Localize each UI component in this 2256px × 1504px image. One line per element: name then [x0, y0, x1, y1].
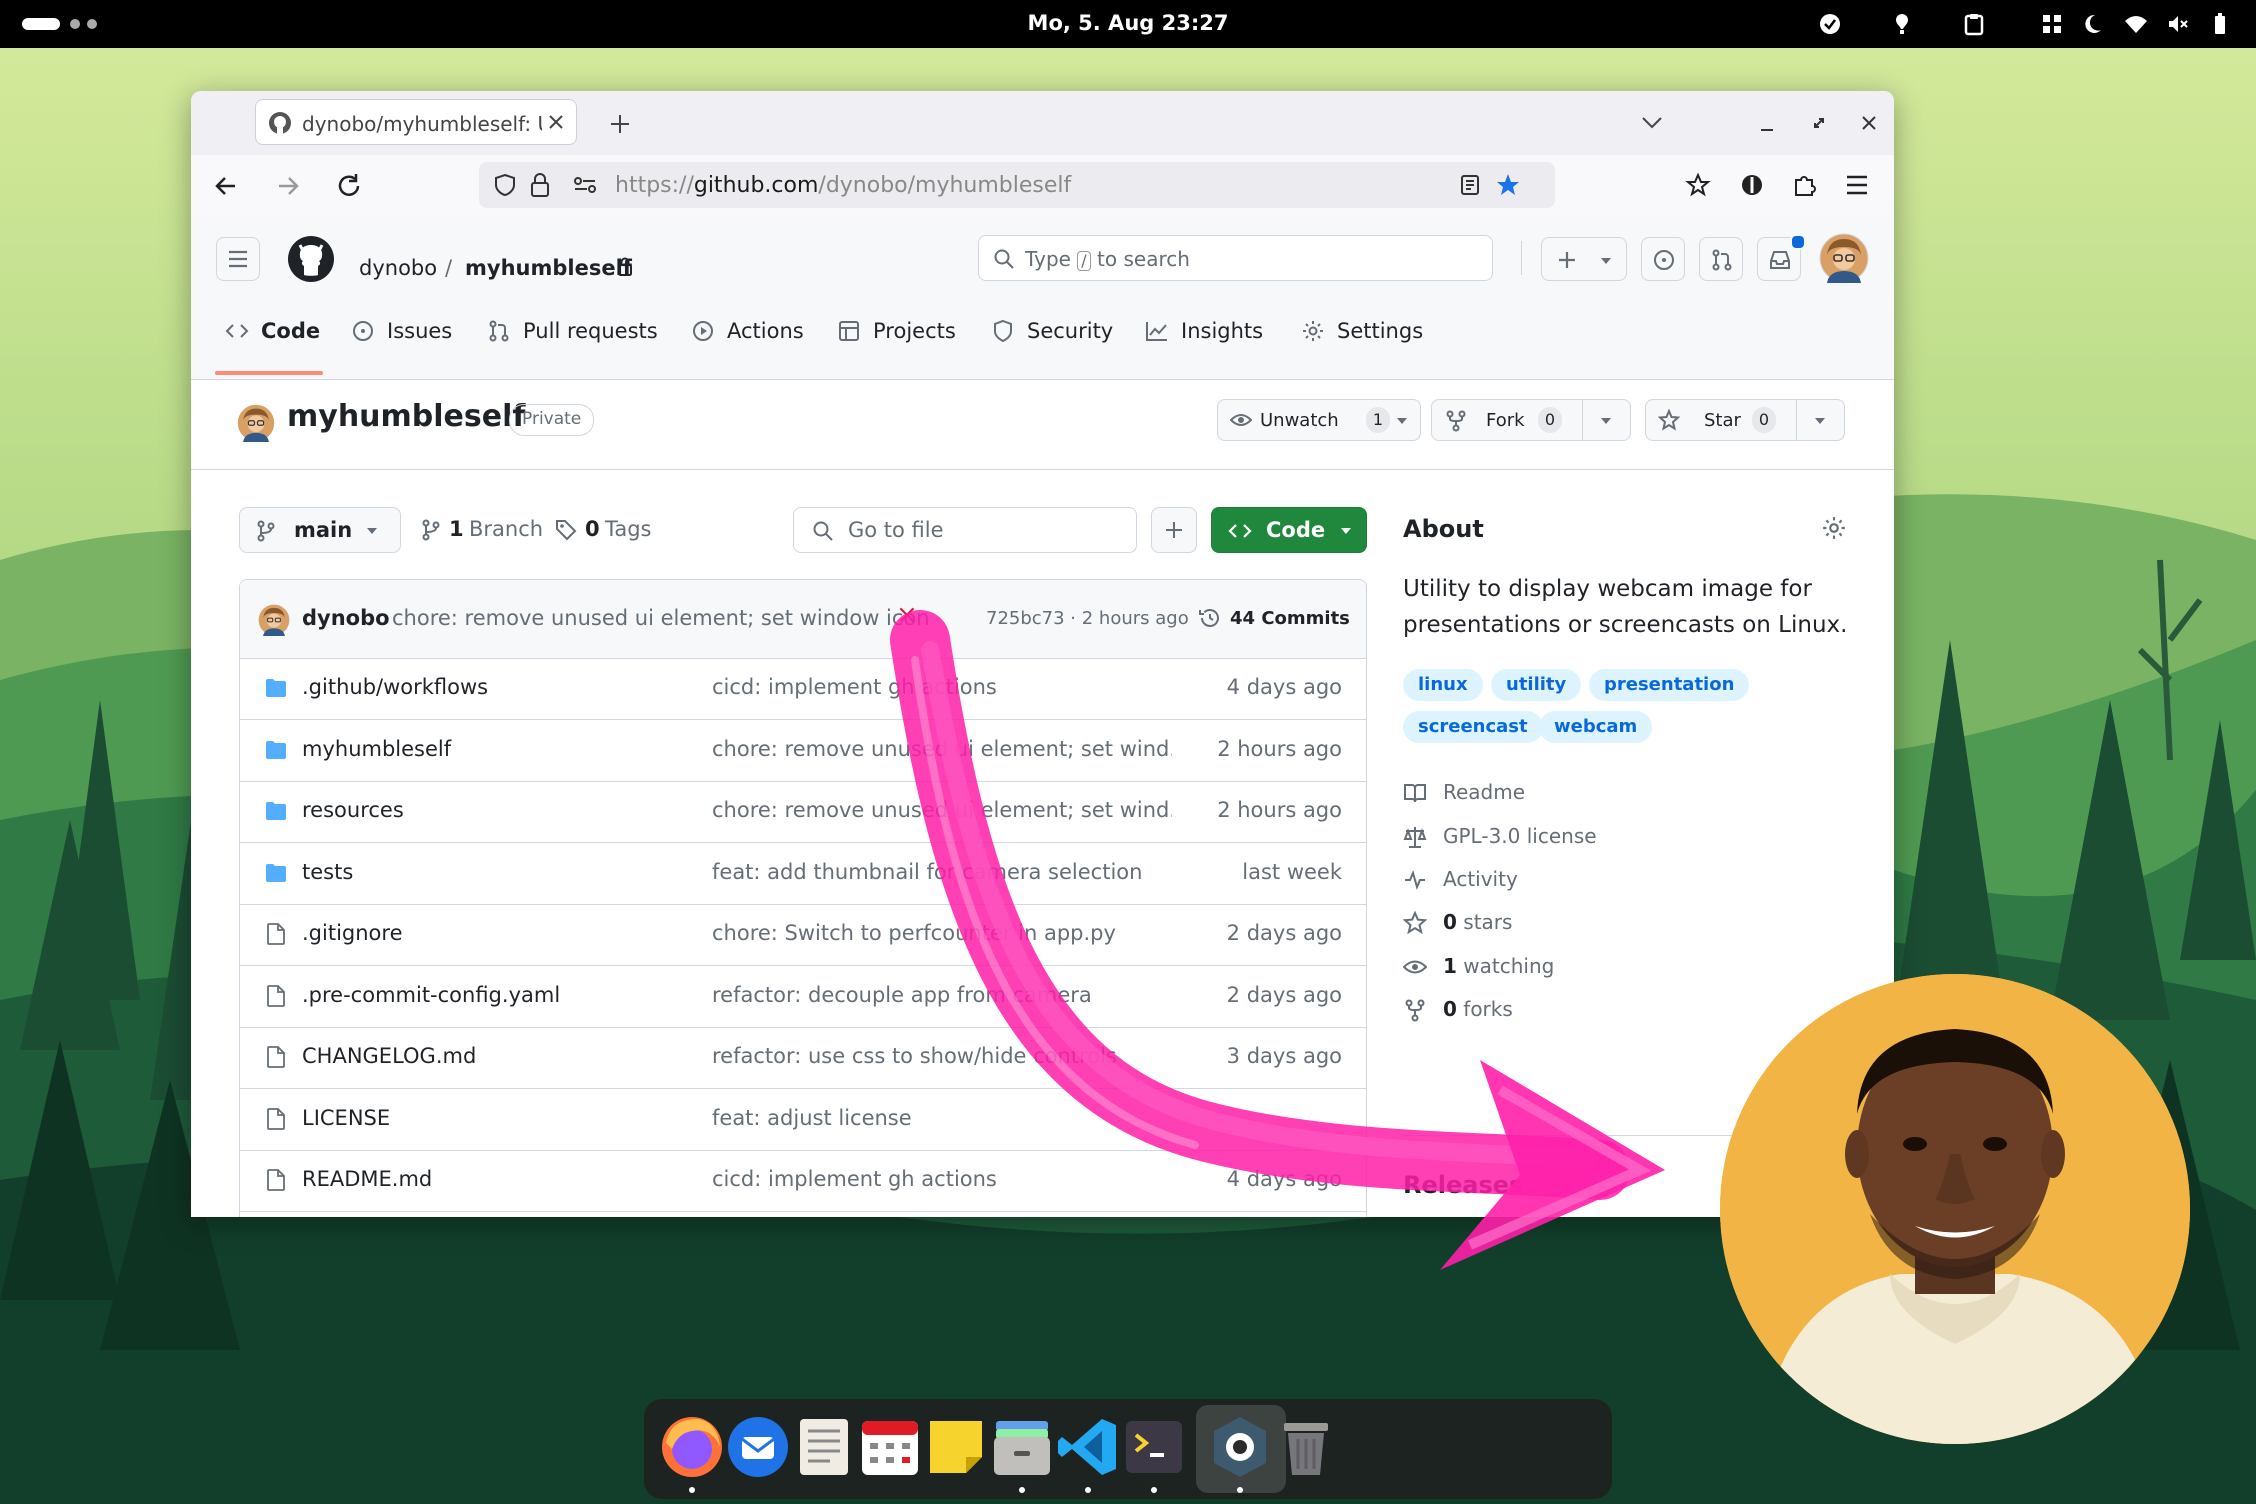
terminal-icon[interactable] [1120, 1413, 1188, 1481]
dock [644, 1399, 1612, 1499]
files-icon[interactable] [988, 1413, 1056, 1481]
running-indicator [689, 1487, 695, 1493]
running-indicator [1085, 1487, 1091, 1493]
trash-icon[interactable] [1272, 1413, 1340, 1481]
running-indicator [1151, 1487, 1157, 1493]
running-indicator [1237, 1487, 1243, 1493]
running-indicator [1019, 1487, 1025, 1493]
text-editor-icon[interactable] [790, 1413, 858, 1481]
thunderbird-icon[interactable] [724, 1413, 792, 1481]
notes-icon[interactable] [922, 1413, 990, 1481]
calendar-icon[interactable] [856, 1413, 924, 1481]
firefox-icon[interactable] [658, 1413, 726, 1481]
webcam-person-image [1720, 974, 2190, 1444]
webcam-overlay[interactable] [1720, 974, 2190, 1444]
vscode-icon[interactable] [1054, 1413, 1122, 1481]
webcam-app-icon[interactable] [1206, 1413, 1274, 1481]
